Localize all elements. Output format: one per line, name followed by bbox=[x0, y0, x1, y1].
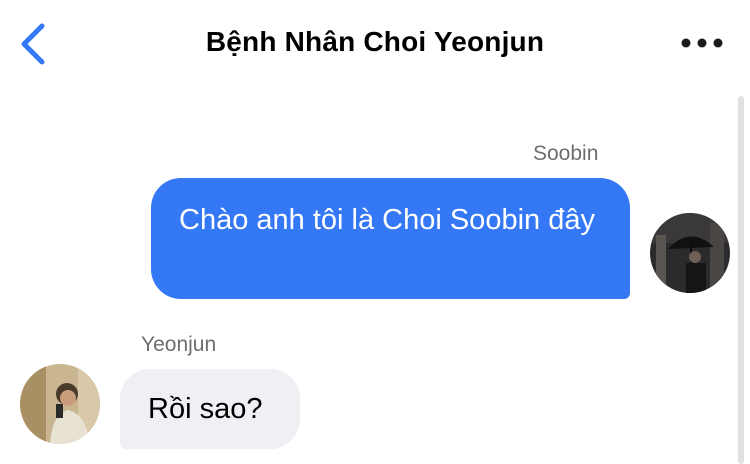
avatar[interactable] bbox=[20, 364, 100, 444]
outgoing-message-bubble[interactable]: Chào anh tôi là Choi Soobin đây bbox=[151, 178, 630, 299]
chat-header: Bệnh Nhân Choi Yeonjun bbox=[0, 0, 750, 90]
scrollbar[interactable] bbox=[738, 96, 744, 464]
more-options-button[interactable] bbox=[676, 28, 728, 58]
more-horizontal-icon bbox=[681, 38, 723, 48]
message-sender-name: Soobin bbox=[533, 142, 599, 165]
incoming-message-bubble[interactable]: Rồi sao? bbox=[120, 369, 300, 449]
conversation-title: Bệnh Nhân Choi Yeonjun bbox=[205, 26, 545, 57]
message-sender-name: Yeonjun bbox=[141, 333, 217, 356]
avatar[interactable] bbox=[650, 213, 730, 293]
